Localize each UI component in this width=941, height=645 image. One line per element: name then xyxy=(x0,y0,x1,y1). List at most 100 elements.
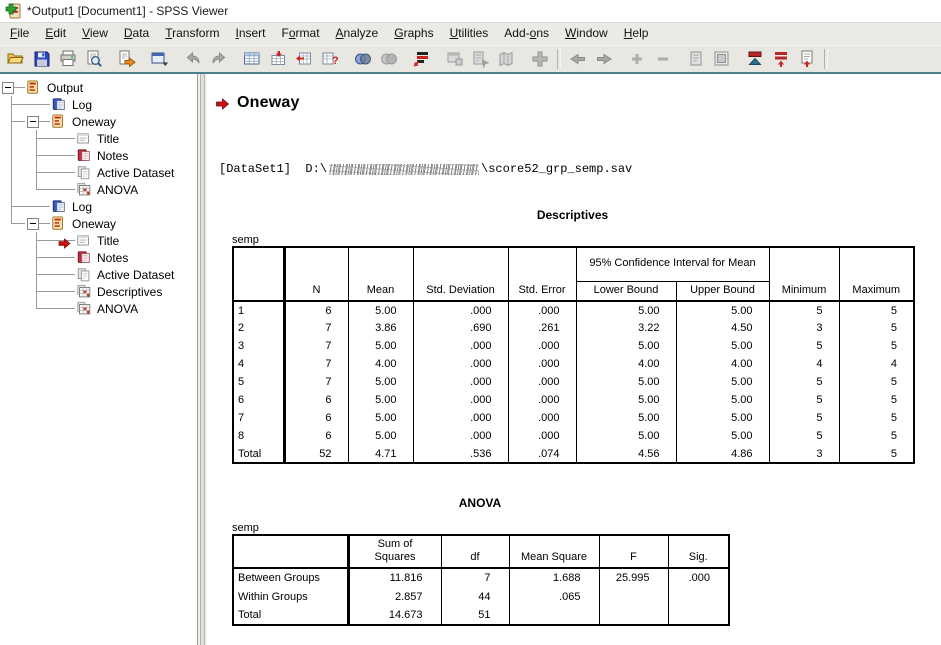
cell-value: 5 xyxy=(769,373,839,391)
menu-item-data[interactable]: Data xyxy=(116,23,157,45)
collapse-outline-button[interactable] xyxy=(651,48,675,70)
menu-item-utilities[interactable]: Utilities xyxy=(442,23,497,45)
collapse-expander-icon[interactable] xyxy=(27,116,39,128)
outline-item-descriptives[interactable]: Descriptives xyxy=(0,283,197,300)
outline-item-label: Oneway xyxy=(72,217,116,231)
cell-value: .000 xyxy=(508,337,576,355)
menu-item-graphs[interactable]: Graphs xyxy=(386,23,441,45)
section-heading: Oneway xyxy=(237,94,300,112)
cell-value xyxy=(599,587,668,606)
menu-item-insert[interactable]: Insert xyxy=(227,23,273,45)
cell-value: 4.56 xyxy=(576,445,676,463)
menu-item-transform[interactable]: Transform xyxy=(157,23,227,45)
cell-value: .000 xyxy=(413,373,508,391)
cell-value: .536 xyxy=(413,445,508,463)
cell-value: 5.00 xyxy=(576,301,676,319)
goto-case-button[interactable] xyxy=(266,48,290,70)
descriptives-row: 665.00.000.0005.005.0055 xyxy=(233,391,914,409)
outline-item-notes[interactable]: Notes xyxy=(0,147,197,164)
designate-window-button[interactable] xyxy=(443,48,467,70)
row-label: 4 xyxy=(233,355,284,373)
pane-splitter[interactable] xyxy=(198,74,207,645)
goto-data-button[interactable] xyxy=(240,48,264,70)
menu-item-format[interactable]: Format xyxy=(274,23,328,45)
goto-output-button[interactable] xyxy=(410,48,434,70)
cell-value: 5 xyxy=(769,427,839,445)
title-item-icon xyxy=(76,233,93,249)
outline-item-oneway[interactable]: Oneway xyxy=(0,113,197,130)
demote-outline-button[interactable] xyxy=(592,48,616,70)
insert-new-text-button[interactable] xyxy=(795,48,819,70)
outline-item-label: ANOVA xyxy=(97,183,138,197)
anova-block: ANOVA semp Sum of SquaresdfMean SquareFS… xyxy=(232,496,941,626)
use-variable-sets-button[interactable] xyxy=(351,48,375,70)
outline-item-notes[interactable]: Notes xyxy=(0,249,197,266)
insert-map-button[interactable] xyxy=(495,48,519,70)
outline-item-title[interactable]: Title xyxy=(0,130,197,147)
tree-guide xyxy=(50,164,75,181)
menu-item-window[interactable]: Window xyxy=(557,23,616,45)
column-header: Sum of Squares xyxy=(348,535,441,568)
tree-guide xyxy=(0,164,25,181)
select-last-output-button[interactable] xyxy=(469,48,493,70)
menu-item-help[interactable]: Help xyxy=(616,23,657,45)
insert-heading-button[interactable] xyxy=(743,48,767,70)
show-all-button[interactable] xyxy=(377,48,401,70)
spss-viewer-window: *Output1 [Document1] - SPSS Viewer FileE… xyxy=(0,0,941,645)
promote-outline-button[interactable] xyxy=(566,48,590,70)
menu-item-edit[interactable]: Edit xyxy=(37,23,74,45)
outline-item-anova[interactable]: ANOVA xyxy=(0,181,197,198)
tree-guide xyxy=(0,113,25,130)
outline-item-anova[interactable]: ANOVA xyxy=(0,300,197,317)
menu-item-add-ons[interactable]: Add-ons xyxy=(496,23,557,45)
menu-item-analyze[interactable]: Analyze xyxy=(328,23,387,45)
undo-button[interactable] xyxy=(181,48,205,70)
cell-value: 5.00 xyxy=(576,373,676,391)
outline-item-label: Log xyxy=(72,200,92,214)
open-output-button[interactable] xyxy=(4,48,28,70)
select-objects-button[interactable] xyxy=(528,48,552,70)
outline-item-log[interactable]: Log xyxy=(0,198,197,215)
descriptives-pivot-table[interactable]: NMeanStd. DeviationStd. Error95% Confide… xyxy=(232,246,915,464)
outline-item-active-dataset[interactable]: Active Dataset xyxy=(0,164,197,181)
dataset-path-line: [DataSet1] D:\\score52_grp_semp.sav xyxy=(219,162,941,176)
collapse-expander-icon[interactable] xyxy=(27,218,39,230)
menu-item-view[interactable]: View xyxy=(74,23,116,45)
descriptives-row: 165.00.000.0005.005.0055 xyxy=(233,301,914,319)
outline-item-log[interactable]: Log xyxy=(0,96,197,113)
expand-outline-button[interactable] xyxy=(625,48,649,70)
row-label: 1 xyxy=(233,301,284,319)
menu-item-file[interactable]: File xyxy=(2,23,37,45)
hide-item-button[interactable] xyxy=(710,48,734,70)
descriptives-row: 575.00.000.0005.005.0055 xyxy=(233,373,914,391)
export-output-button[interactable] xyxy=(115,48,139,70)
descriptives-row: 273.86.690.2613.224.5035 xyxy=(233,319,914,337)
redo-button[interactable] xyxy=(207,48,231,70)
cell-value: 5 xyxy=(839,319,914,337)
insert-new-title-button[interactable] xyxy=(769,48,793,70)
save-output-button[interactable] xyxy=(30,48,54,70)
row-label: Total xyxy=(233,606,348,625)
outline-item-oneway[interactable]: Oneway xyxy=(0,215,197,232)
print-button[interactable] xyxy=(56,48,80,70)
outline-item-title[interactable]: Title xyxy=(0,232,197,249)
show-item-button[interactable] xyxy=(684,48,708,70)
cell-value: 5 xyxy=(839,301,914,319)
main-area: OutputLogOnewayTitleNotesActive DatasetA… xyxy=(0,74,941,645)
cell-value: .000 xyxy=(413,409,508,427)
cell-value: 3 xyxy=(769,445,839,463)
outline-item-output[interactable]: Output xyxy=(0,79,197,96)
menu-bar: FileEditViewDataTransformInsertFormatAna… xyxy=(0,22,941,45)
recall-dialogs-button[interactable] xyxy=(148,48,172,70)
anova-row: Between Groups11.81671.68825.995.000 xyxy=(233,568,729,587)
variable-info-button[interactable]: ? xyxy=(318,48,342,70)
print-preview-button[interactable] xyxy=(82,48,106,70)
dataset-item-icon xyxy=(76,267,93,283)
outline-item-active-dataset[interactable]: Active Dataset xyxy=(0,266,197,283)
anova-pivot-table[interactable]: Sum of SquaresdfMean SquareFSig.Between … xyxy=(232,534,730,626)
collapse-expander-icon[interactable] xyxy=(2,82,14,94)
redacted-path-segment xyxy=(329,164,479,175)
toolbar-separator xyxy=(557,49,561,69)
tree-guide xyxy=(25,266,50,283)
variables-button[interactable] xyxy=(292,48,316,70)
